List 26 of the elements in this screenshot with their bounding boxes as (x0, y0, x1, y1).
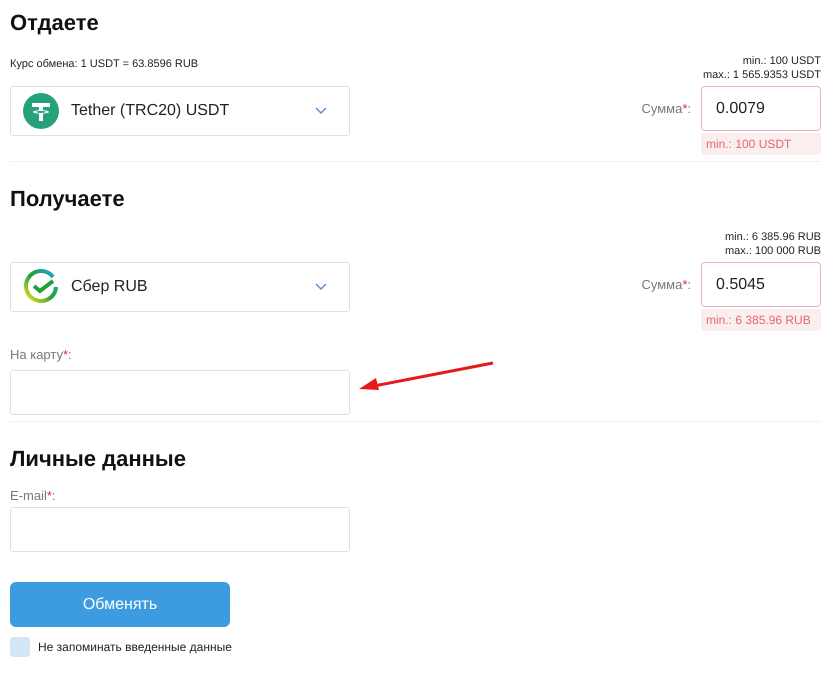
checkbox-label: Не запоминать введенные данные (38, 640, 232, 654)
field-label: Сумма*: (641, 101, 691, 116)
section-heading: Личные данные (10, 446, 187, 472)
error-message: min.: 6 385.96 RUB (701, 309, 821, 331)
limit-text: min.: 6 385.96 RUB (725, 230, 821, 244)
amount-field[interactable]: 0.5045 (701, 262, 821, 307)
tether-icon (23, 93, 59, 129)
section-heading: Отдаете (10, 10, 100, 36)
chevron-down-icon (315, 107, 327, 115)
currency-select[interactable]: Tether (TRC20) USDT (10, 86, 350, 136)
card-field[interactable] (10, 370, 350, 415)
field-label: E-mail*: (10, 488, 57, 503)
currency-select[interactable]: Сбер RUB (10, 262, 350, 312)
chevron-down-icon (315, 283, 327, 291)
section-heading: Получаете (10, 186, 126, 212)
checkbox[interactable] (10, 637, 30, 657)
exchange-rate: Курс обмена: 1 USDT = 63.8596 RUB (10, 58, 198, 70)
email-field[interactable] (10, 507, 350, 552)
limit-text: max.: 1 565.9353 USDT (702, 68, 821, 82)
amount-field[interactable]: 0.0079 (701, 86, 821, 131)
limit-text: max.: 100 000 RUB (725, 244, 821, 258)
check-ring-icon (23, 269, 59, 305)
limit-text: min.: 100 USDT (742, 54, 821, 68)
field-label: Сумма*: (641, 277, 691, 292)
field-label: На карту*: (10, 347, 73, 362)
error-message: min.: 100 USDT (701, 133, 821, 155)
